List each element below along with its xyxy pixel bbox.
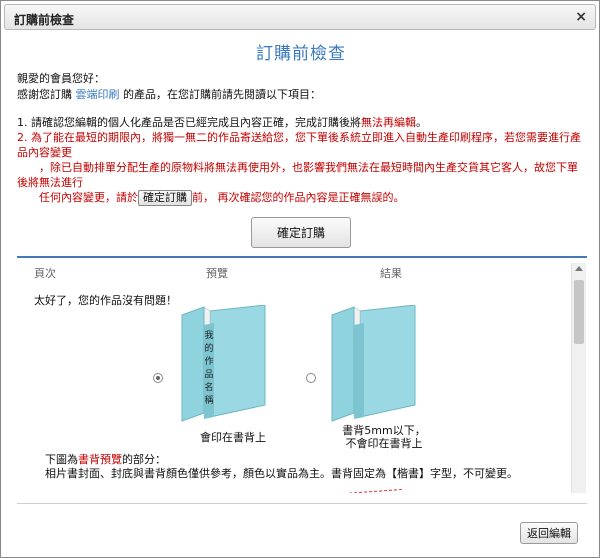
spine-char-2: 的	[204, 342, 213, 354]
notice-list: 1. 請確認您編輯的個人化產品是否已經完成且內容正確，完成訂購後將無法再編輯。 …	[17, 115, 587, 206]
thanks-text: 感謝您訂購 雲端印刷 的產品，在您訂購前請先閱讀以下項目：	[17, 87, 321, 103]
radio-print-on-spine[interactable]	[153, 373, 163, 383]
caption-no-spine-line2: 不會印在書背上	[345, 437, 423, 450]
confirm-order-button[interactable]: 確定訂購	[251, 217, 351, 248]
notice-item-2-line1: 2. 為了能在最短的期限內，將獨一無二的作品寄送給您，您下單後系統立即進入自動生…	[17, 131, 581, 159]
spine-char-4: 品	[204, 369, 213, 380]
preview-panel: 頁次 預覽 結果 太好了，您的作品沒有問題！ 我 的 作 品 名 稱 會印在書背…	[34, 263, 586, 493]
notice-item-1-highlight: 無法再編輯	[361, 116, 416, 129]
book-back-cover	[181, 306, 205, 422]
inline-confirm-label: 確定訂購	[138, 190, 192, 206]
column-header-preview: 預覽	[206, 267, 228, 280]
notice-item-1: 1. 請確認您編輯的個人化產品是否已經完成且內容正確，完成訂購後將無法再編輯。	[17, 115, 587, 130]
section-divider	[17, 256, 587, 258]
brand-name: 雲端印刷	[75, 88, 120, 101]
page-title: 訂購前檢查	[256, 44, 346, 64]
footer-divider	[17, 503, 587, 504]
book-back-cover-2	[331, 306, 355, 422]
notice-item-2: 2. 為了能在最短的期限內，將獨一無二的作品寄送給您，您下單後系統立即進入自動生…	[17, 130, 587, 206]
book-spine-2	[354, 323, 364, 419]
caption-no-spine-line1: 書背5mm以下，	[342, 424, 426, 437]
spine-char-3: 作	[204, 355, 213, 367]
caption-print-on-spine: 會印在書背上	[200, 431, 266, 444]
notice-item-2-line2: ，除已自動排單分配生產的原物料將無法再使用外，也影響我們無法在最短時間內生產交貨…	[17, 161, 578, 189]
notice-item-1-text: 1. 請確認您編輯的個人化產品是否已經完成且內容正確，完成訂購後將	[17, 116, 361, 129]
back-to-edit-button[interactable]: 返回編輯	[520, 522, 578, 544]
book-without-spine-text	[331, 305, 416, 422]
preview-scrollbar[interactable]	[571, 263, 586, 493]
notice-item-2-line3: 任何內容變更，請於 確定訂購 前， 再次確認您的作品內容是正確無誤的。	[17, 190, 587, 206]
book-front-cover-2	[359, 305, 416, 418]
scroll-up-arrow-icon[interactable]	[575, 266, 583, 271]
book-front-cover	[209, 305, 266, 418]
column-header-page: 頁次	[34, 267, 56, 280]
color-disclaimer: 相片書封面、封底與書背顏色僅供參考，顏色以實品為主。書背固定為【楷書】字型，不可…	[45, 467, 518, 480]
thanks-prefix: 感謝您訂購	[17, 88, 76, 101]
spine-char-6: 稱	[204, 395, 213, 406]
notice-item-1-end: 。	[416, 116, 427, 129]
greeting-text: 親愛的會員您好：	[17, 72, 105, 85]
radio-no-spine-print[interactable]	[306, 373, 316, 383]
notice-item-2-line3-prefix: 任何內容變更，請於	[17, 191, 138, 204]
close-icon[interactable]: ×	[575, 9, 587, 25]
notice-item-2-line3-suffix: 前， 再次確認您的作品內容是正確無誤的。	[192, 191, 405, 204]
spine-char-5: 名	[204, 381, 213, 393]
book-with-spine-text: 我 的 作 品 名 稱	[181, 305, 266, 422]
scroll-thumb[interactable]	[574, 280, 584, 344]
caption-no-spine-print: 書背5mm以下， 不會印在書背上	[334, 424, 434, 450]
column-header-result: 結果	[380, 267, 402, 280]
dialog-titlebar: 訂購前檢查 ×	[4, 4, 596, 30]
thanks-suffix: 的產品，在您訂購前請先閱讀以下項目：	[119, 88, 321, 101]
spine-char-1: 我	[204, 330, 213, 341]
red-dashed-annotation	[344, 488, 402, 493]
dialog-title: 訂購前檢查	[14, 13, 75, 27]
status-message: 太好了，您的作品沒有問題！	[34, 294, 177, 307]
order-check-dialog: 訂購前檢查 × 訂購前檢查 親愛的會員您好： 感謝您訂購 雲端印刷 的產品，在您…	[0, 0, 600, 558]
